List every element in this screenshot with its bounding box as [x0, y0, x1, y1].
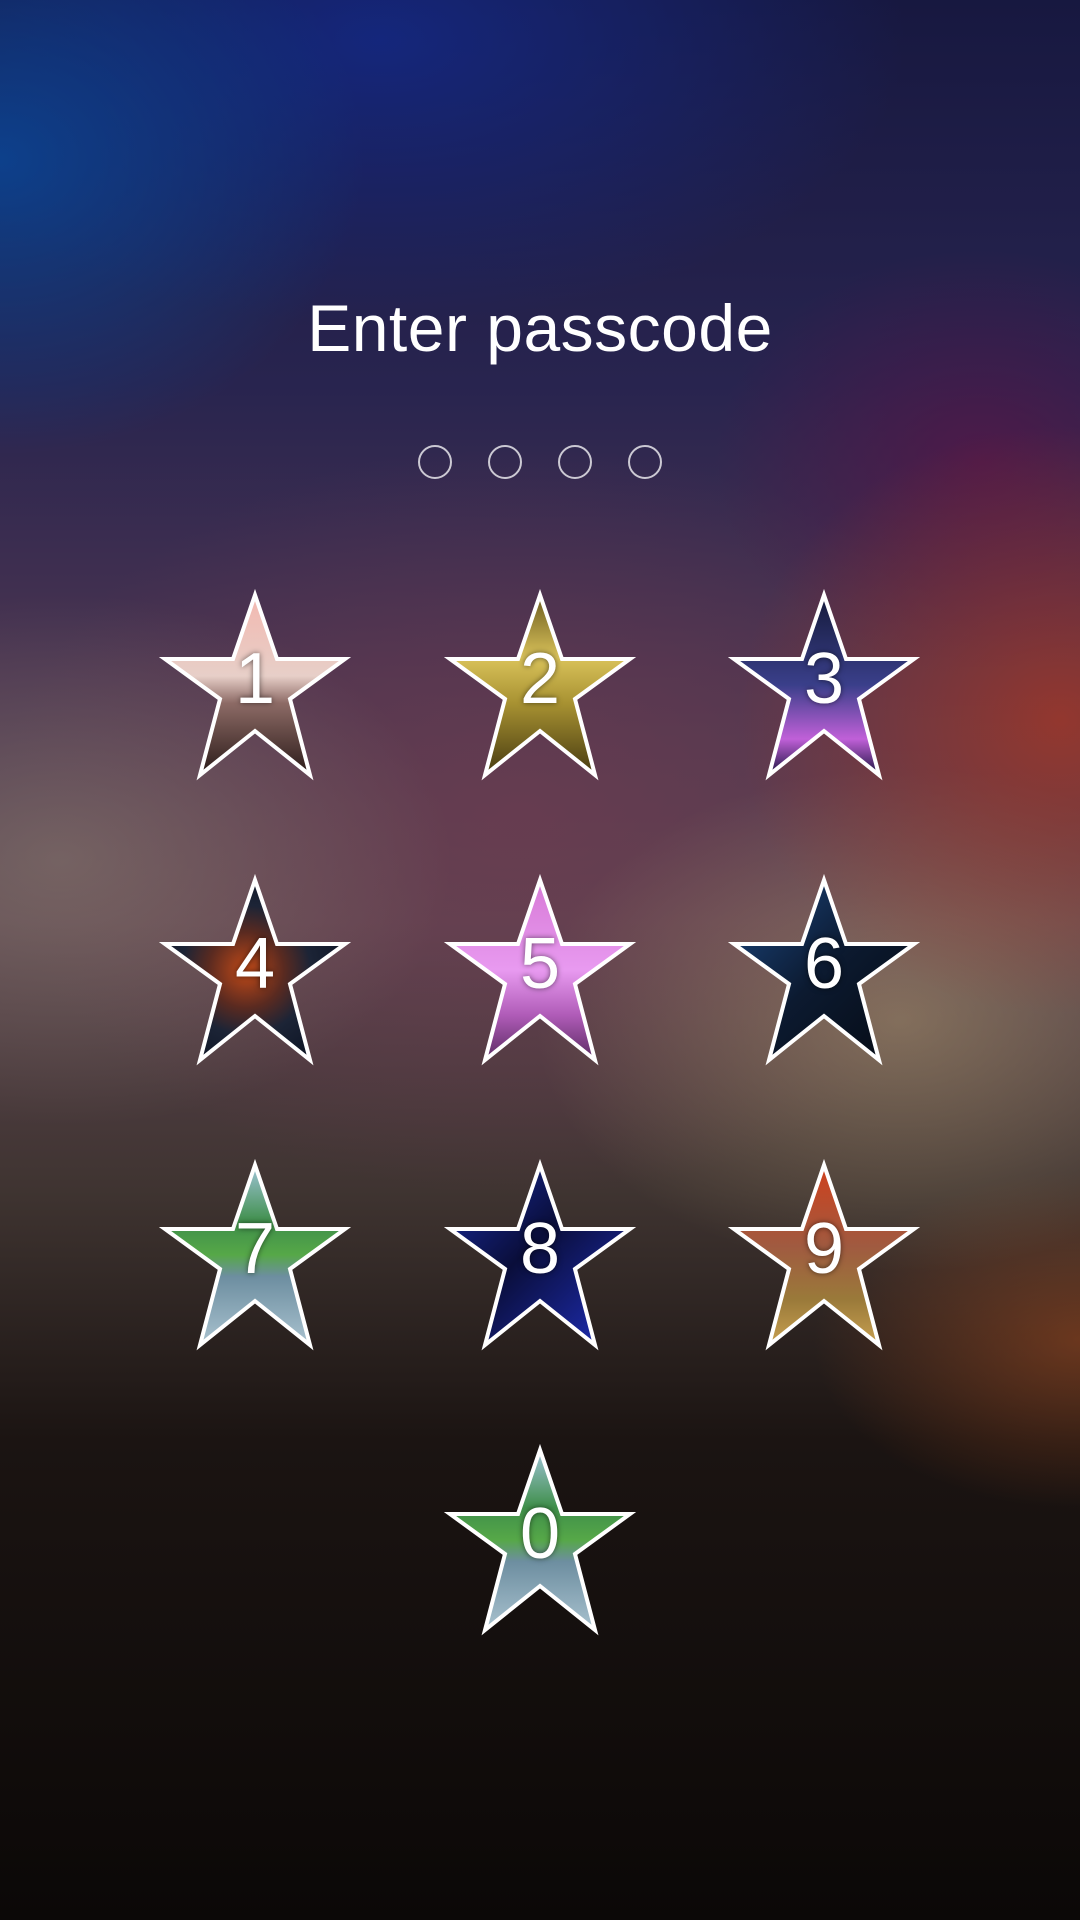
key-4[interactable]: 4: [158, 873, 352, 1067]
key-1[interactable]: 1: [158, 588, 352, 782]
passcode-indicator: [0, 445, 1080, 479]
star-icon: [443, 1443, 637, 1636]
star-icon: [727, 1158, 921, 1351]
key-9[interactable]: 9: [727, 1158, 921, 1352]
key-7[interactable]: 7: [158, 1158, 352, 1352]
key-0[interactable]: 0: [443, 1443, 637, 1637]
star-icon: [158, 588, 352, 781]
key-6[interactable]: 6: [727, 873, 921, 1067]
key-8[interactable]: 8: [443, 1158, 637, 1352]
page-title: Enter passcode: [307, 291, 773, 365]
star-icon: [443, 873, 637, 1066]
star-icon: [727, 873, 921, 1066]
star-icon: [443, 588, 637, 781]
passcode-dot: [558, 445, 592, 479]
passcode-dot: [628, 445, 662, 479]
key-3[interactable]: 3: [727, 588, 921, 782]
key-2[interactable]: 2: [443, 588, 637, 782]
star-icon: [158, 1158, 352, 1351]
star-icon: [443, 1158, 637, 1351]
star-icon: [158, 873, 352, 1066]
passcode-dot: [488, 445, 522, 479]
star-icon: [727, 588, 921, 781]
key-5[interactable]: 5: [443, 873, 637, 1067]
passcode-dot: [418, 445, 452, 479]
